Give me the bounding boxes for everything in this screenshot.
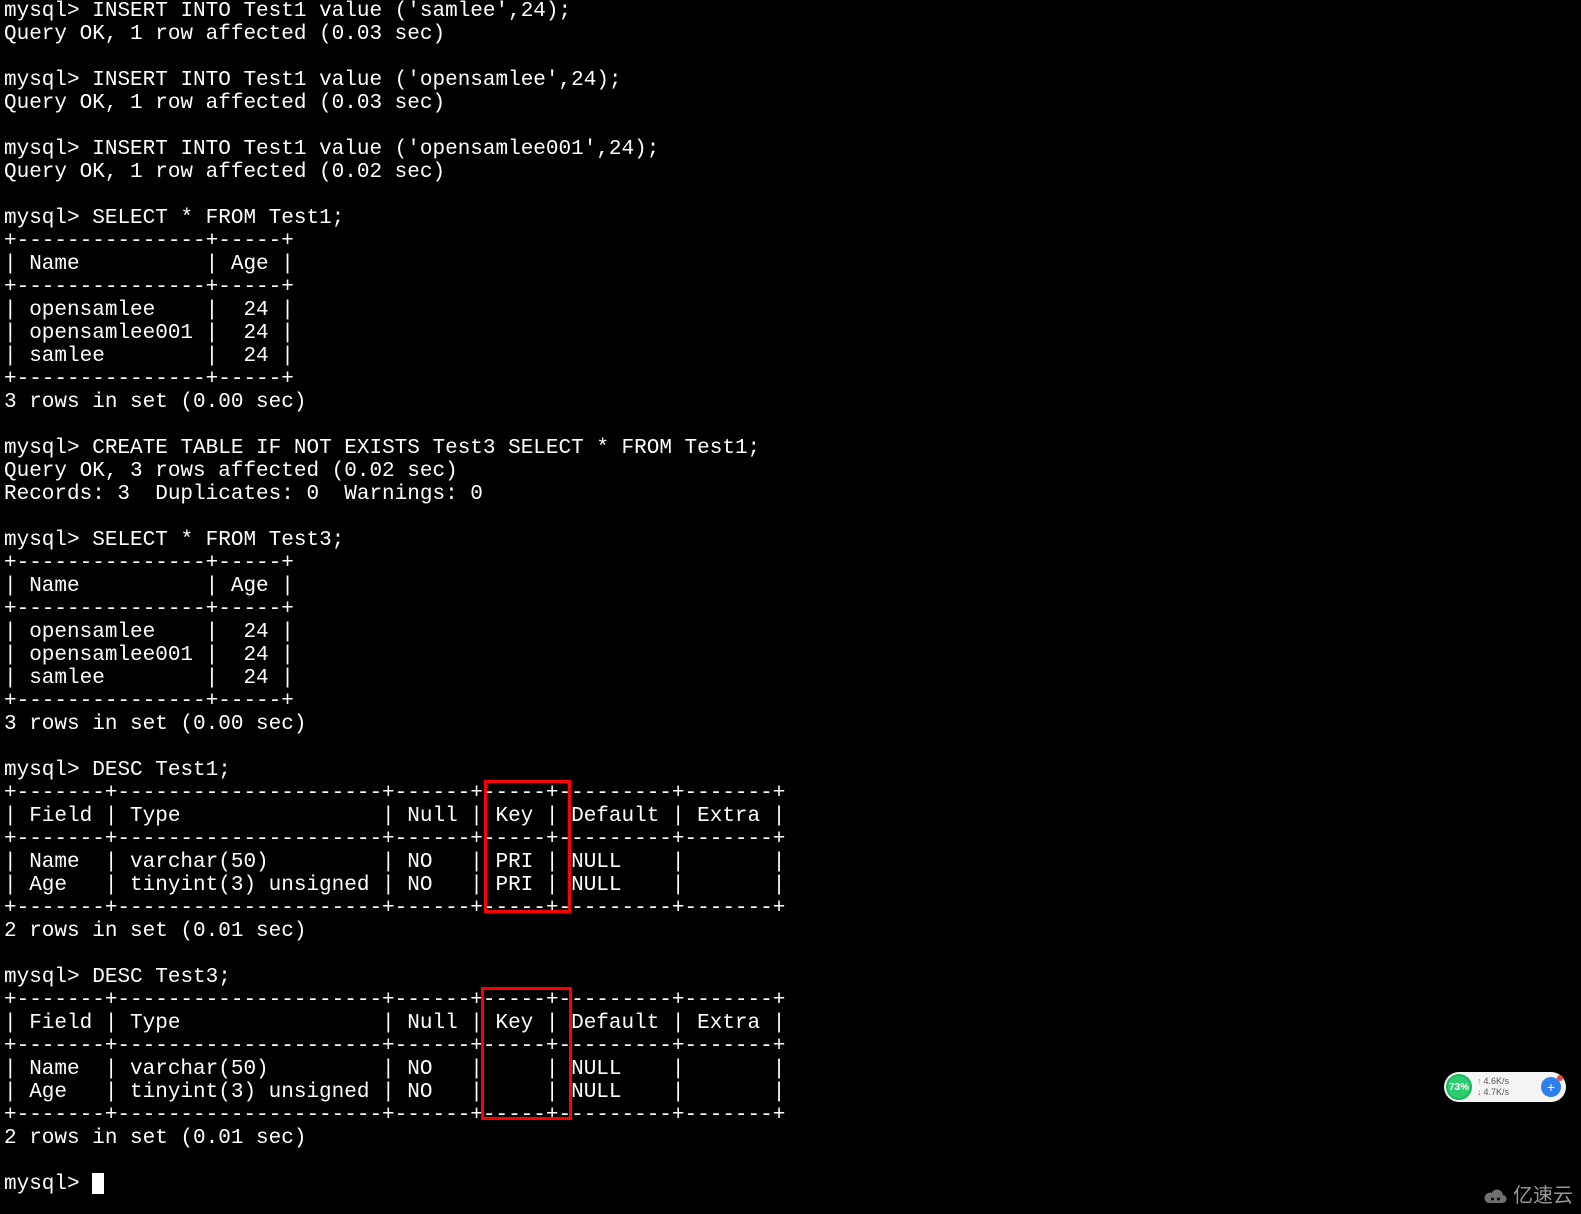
prompt: mysql> bbox=[4, 759, 80, 782]
query-result: Query OK, 1 row affected (0.02 sec) bbox=[4, 161, 445, 184]
query-result: Query OK, 3 rows affected (0.02 sec) bbox=[4, 460, 458, 483]
network-monitor-widget[interactable]: 73% 4.6K/s 4.7K/s + bbox=[1444, 1072, 1566, 1102]
watermark: 亿速云 bbox=[1483, 1185, 1573, 1208]
sql-command: SELECT * FROM Test1; bbox=[92, 207, 344, 230]
terminal-window[interactable]: mysql> INSERT INTO Test1 value ('samlee'… bbox=[0, 0, 1581, 1214]
cpu-usage-badge: 73% bbox=[1446, 1074, 1472, 1100]
expand-button[interactable]: + bbox=[1541, 1077, 1561, 1097]
cursor bbox=[92, 1173, 104, 1194]
table-border: +-------+---------------------+------+--… bbox=[4, 989, 785, 1012]
watermark-text: 亿速云 bbox=[1513, 1185, 1573, 1208]
table-border: +---------------+-----+ bbox=[4, 368, 294, 391]
sql-command: INSERT INTO Test1 value ('opensamlee',24… bbox=[92, 69, 621, 92]
cpu-usage-value: 73% bbox=[1449, 1076, 1469, 1099]
query-result: 3 rows in set (0.00 sec) bbox=[4, 713, 306, 736]
prompt: mysql> bbox=[4, 207, 80, 230]
table-border: +-------+---------------------+------+--… bbox=[4, 897, 785, 920]
table-row: | Name | varchar(50) | NO | PRI | NULL |… bbox=[4, 851, 785, 874]
table-row: | samlee | 24 | bbox=[4, 345, 294, 368]
table-row: | opensamlee001 | 24 | bbox=[4, 644, 294, 667]
table-border: +-------+---------------------+------+--… bbox=[4, 1104, 785, 1127]
table-header: | Name | Age | bbox=[4, 253, 294, 276]
sql-command: CREATE TABLE IF NOT EXISTS Test3 SELECT … bbox=[92, 437, 760, 460]
table-border: +-------+---------------------+------+--… bbox=[4, 1035, 785, 1058]
query-result: 2 rows in set (0.01 sec) bbox=[4, 1127, 306, 1150]
prompt: mysql> bbox=[4, 529, 80, 552]
prompt: mysql> bbox=[4, 1173, 80, 1196]
query-result: 2 rows in set (0.01 sec) bbox=[4, 920, 306, 943]
sql-command: INSERT INTO Test1 value ('opensamlee001'… bbox=[92, 138, 659, 161]
table-border: +-------+---------------------+------+--… bbox=[4, 828, 785, 851]
upload-speed: 4.6K/s bbox=[1477, 1076, 1541, 1087]
table-header: | Name | Age | bbox=[4, 575, 294, 598]
download-speed: 4.7K/s bbox=[1477, 1087, 1541, 1098]
table-row: | opensamlee001 | 24 | bbox=[4, 322, 294, 345]
sql-command: DESC Test3; bbox=[92, 966, 231, 989]
query-result: Query OK, 1 row affected (0.03 sec) bbox=[4, 23, 445, 46]
network-stats: 4.6K/s 4.7K/s bbox=[1472, 1076, 1541, 1098]
prompt: mysql> bbox=[4, 69, 80, 92]
prompt: mysql> bbox=[4, 0, 80, 23]
table-row: | Age | tinyint(3) unsigned | NO | PRI |… bbox=[4, 874, 785, 897]
query-result: 3 rows in set (0.00 sec) bbox=[4, 391, 306, 414]
terminal-output: mysql> INSERT INTO Test1 value ('samlee'… bbox=[4, 0, 785, 1196]
table-row: | Age | tinyint(3) unsigned | NO | | NUL… bbox=[4, 1081, 785, 1104]
sql-command: DESC Test1; bbox=[92, 759, 231, 782]
table-border: +---------------+-----+ bbox=[4, 690, 294, 713]
table-border: +---------------+-----+ bbox=[4, 230, 294, 253]
query-result: Records: 3 Duplicates: 0 Warnings: 0 bbox=[4, 483, 483, 506]
table-border: +---------------+-----+ bbox=[4, 552, 294, 575]
table-header: | Field | Type | Null | Key | Default | … bbox=[4, 1012, 785, 1035]
table-row: | Name | varchar(50) | NO | | NULL | | bbox=[4, 1058, 785, 1081]
table-border: +---------------+-----+ bbox=[4, 598, 294, 621]
sql-command: SELECT * FROM Test3; bbox=[92, 529, 344, 552]
prompt: mysql> bbox=[4, 966, 80, 989]
table-row: | opensamlee | 24 | bbox=[4, 299, 294, 322]
cloud-icon bbox=[1483, 1188, 1509, 1206]
table-header: | Field | Type | Null | Key | Default | … bbox=[4, 805, 785, 828]
sql-command: INSERT INTO Test1 value ('samlee',24); bbox=[92, 0, 571, 23]
table-row: | samlee | 24 | bbox=[4, 667, 294, 690]
table-row: | opensamlee | 24 | bbox=[4, 621, 294, 644]
prompt: mysql> bbox=[4, 138, 80, 161]
query-result: Query OK, 1 row affected (0.03 sec) bbox=[4, 92, 445, 115]
table-border: +-------+---------------------+------+--… bbox=[4, 782, 785, 805]
table-border: +---------------+-----+ bbox=[4, 276, 294, 299]
prompt: mysql> bbox=[4, 437, 80, 460]
